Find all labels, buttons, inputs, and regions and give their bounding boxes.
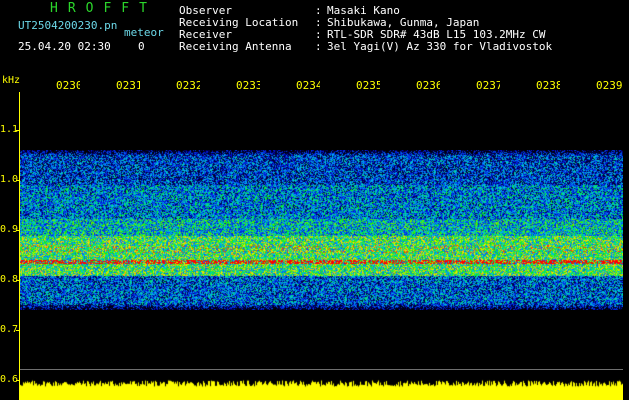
time-label: 0235 [356,80,380,91]
time-label: 0230 [56,80,80,91]
time-label: 0231 [116,80,140,91]
time-label: 0233 [236,80,260,91]
info-colon: : [315,16,322,29]
info-value-antenna: 3el Yagi(V) Az 330 for Vladivostok [327,40,553,53]
app-title: HROFFT [50,1,157,16]
info-value-receiver: RTL-SDR SDR# 43dB L15 103.2MHz CW [327,28,546,41]
info-value-location: Shibukawa, Gunma, Japan [327,16,480,29]
info-colon: : [315,28,322,41]
spectrogram [20,150,623,310]
filename: UT2504200230.pn [18,19,118,32]
time-label: 0239 [596,80,623,91]
signal-strength-strip [20,370,623,400]
meteor-label: meteor [124,26,164,39]
unit-label: kHz [2,75,21,86]
time-label: 0237 [476,80,500,91]
time-label: 0234 [296,80,320,91]
info-label-observer: Observer [179,4,232,17]
datetime: 25.04.20 02:30 [18,40,111,53]
info-label-location: Receiving Location [179,16,299,29]
meteor-count: 0 [138,40,145,53]
hrofft-screen: HROFFT UT2504200230.pn meteor 25.04.20 0… [0,0,629,400]
info-colon: : [315,4,322,17]
info-label-antenna: Receiving Antenna [179,40,292,53]
time-label: 0232 [176,80,200,91]
info-value-observer: Masaki Kano [327,4,400,17]
info-colon: : [315,40,322,53]
time-label: 0238 [536,80,560,91]
time-label: 0236 [416,80,440,91]
info-label-receiver: Receiver [179,28,232,41]
